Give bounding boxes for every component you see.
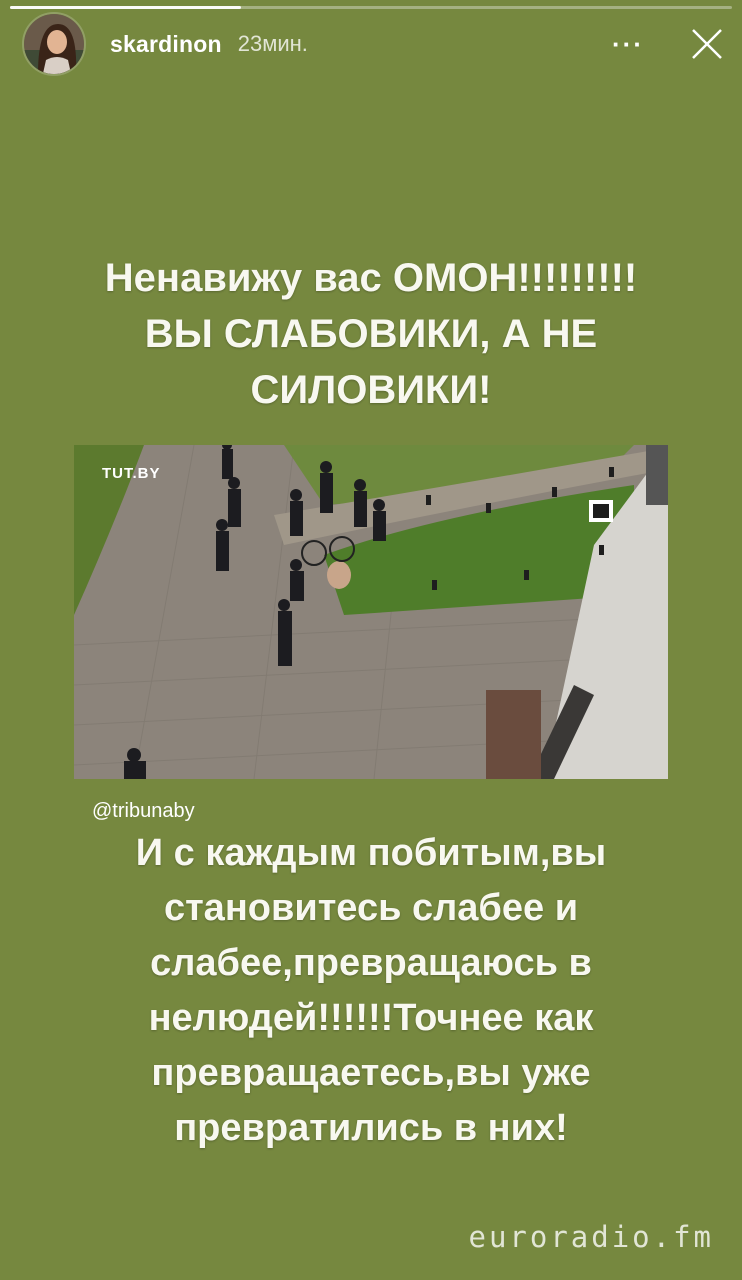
story-headline: Ненавижу вас ОМОН!!!!!!!!! ВЫ СЛАБОВИКИ,… [40,250,702,418]
body-line: слабее,превращаюсь в [150,942,592,984]
body-line: превратились в них! [174,1107,568,1149]
username[interactable]: skardinon [110,31,222,58]
headline-line: ВЫ СЛАБОВИКИ, А НЕ [144,312,598,356]
photo-credit: @tribunaby [92,800,195,822]
story-body-text: И с каждым побитым,вы становитесь слабее… [30,826,712,1156]
avatar[interactable] [22,12,86,76]
euroradio-watermark: euroradio.fm [468,1220,714,1254]
story-header: skardinon 23мин. ··· [22,12,724,76]
photo-logo: TUT.BY [102,465,161,482]
story-progress-bar [10,6,732,9]
headline-line: Ненавижу вас ОМОН!!!!!!!!! [104,256,638,300]
embedded-photo: TUT.BY [74,445,668,779]
headline-line: СИЛОВИКИ! [250,368,492,412]
body-line: становитесь слабее и [163,887,579,929]
body-line: превращаетесь,вы уже [151,1052,591,1094]
more-dots-icon[interactable]: ··· [612,31,644,57]
story-progress-fill [10,6,242,9]
close-icon[interactable] [690,27,724,61]
body-line: И с каждым побитым,вы [135,832,607,874]
body-line: нелюдей!!!!!!Точнее как [148,997,594,1039]
timestamp: 23мин. [237,31,308,56]
